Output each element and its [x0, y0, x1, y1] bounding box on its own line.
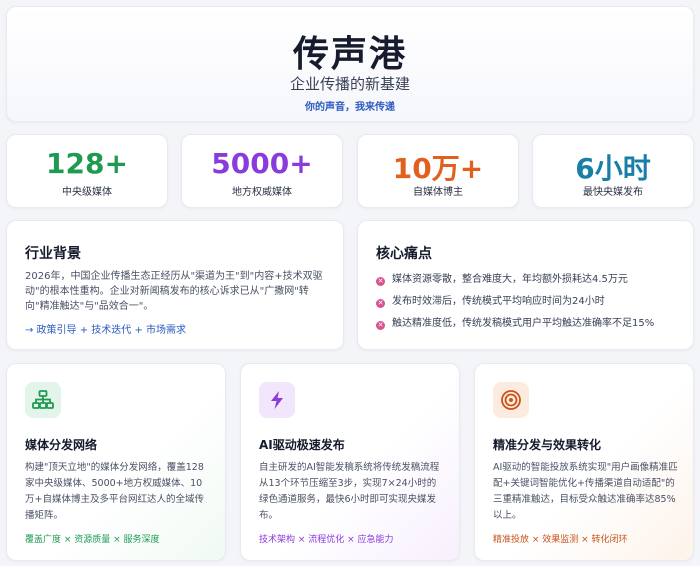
feature-title: 精准分发与效果转化: [493, 438, 602, 452]
pain-points-card: 核心痛点 ✕ 媒体资源零散，整合难度大，年均额外损耗达4.5万元 ✕ 发布时效滞后，…: [357, 220, 694, 350]
stat-label: 自媒体博主: [413, 187, 463, 198]
stat-card-central-media: 128+ 中央级媒体: [6, 134, 168, 208]
stat-card-self-media: 10万+ 自媒体博主: [357, 134, 519, 208]
hero-tagline: 你的声音，我来传递: [305, 102, 395, 113]
hero-subtitle: 企业传播的新基建: [289, 75, 410, 93]
hero-banner: 传声港 企业传播的新基建 你的声音，我来传递: [6, 6, 694, 122]
feature-tags: 技术架构 × 流程优化 × 应急能力: [259, 535, 394, 545]
close-icon: ✕: [376, 277, 385, 286]
stat-label: 中央级媒体: [62, 187, 112, 198]
lightning-icon: [259, 382, 295, 418]
pain-point-text: 发布时效滞后，传统模式平均响应时间为24小时: [392, 296, 605, 307]
feature-tags: 精准投放 × 效果监测 × 转化闭环: [493, 535, 628, 545]
feature-title: AI驱动极速发布: [259, 438, 345, 452]
industry-background-text: 2026年，中国企业传播生态正经历从"渠道为王"到"内容+技术双驱动"的根本性重…: [25, 271, 323, 312]
stat-value: 5000+: [211, 147, 313, 180]
industry-background-card: 行业背景 2026年，中国企业传播生态正经历从"渠道为王"到"内容+技术双驱动"…: [6, 220, 344, 350]
feature-text: AI驱动的智能投放系统实现"用户画像精准匹配+关键词智能优化+传播渠道自动适配"…: [493, 462, 678, 521]
pain-point-item: ✕ 发布时效滞后，传统模式平均响应时间为24小时: [376, 292, 605, 308]
stat-value: 6小时: [575, 152, 651, 185]
close-icon: ✕: [376, 299, 385, 308]
pain-point-item: ✕ 触达精准度低，传统发稿模式用户平均触达准确率不足15%: [376, 314, 654, 330]
pain-point-text: 媒体资源零散，整合难度大，年均额外损耗达4.5万元: [392, 274, 628, 285]
feature-card-precision-distribution: 精准分发与效果转化 AI驱动的智能投放系统实现"用户画像精准匹配+关键词智能优化…: [474, 363, 694, 561]
feature-card-ai-publish: AI驱动极速发布 自主研发的AI智能发稿系统将传统发稿流程从13个环节压缩至3步…: [240, 363, 460, 561]
hero-title: 传声港: [292, 34, 407, 75]
target-icon: [493, 382, 529, 418]
stat-value: 128+: [46, 147, 128, 180]
stat-value: 10万+: [392, 152, 484, 185]
feature-text: 自主研发的AI智能发稿系统将传统发稿流程从13个环节压缩至3步，实现7×24小时…: [259, 462, 440, 521]
feature-card-media-network: 媒体分发网络 构建"顶天立地"的媒体分发网络，覆盖128家中央级媒体、5000+…: [6, 363, 226, 561]
pain-point-item: ✕ 媒体资源零散，整合难度大，年均额外损耗达4.5万元: [376, 270, 628, 286]
stat-card-publish-speed: 6小时 最快央媒发布: [532, 134, 694, 208]
pain-point-text: 触达精准度低，传统发稿模式用户平均触达准确率不足15%: [392, 318, 655, 329]
close-icon: ✕: [376, 321, 385, 330]
feature-tags: 覆盖广度 × 资源质量 × 服务深度: [25, 535, 160, 545]
feature-text: 构建"顶天立地"的媒体分发网络，覆盖128家中央级媒体、5000+地方权威媒体、…: [25, 462, 204, 521]
pain-points-title: 核心痛点: [376, 246, 432, 262]
stat-label: 最快央媒发布: [583, 187, 643, 198]
stat-card-local-media: 5000+ 地方权威媒体: [181, 134, 343, 208]
feature-title: 媒体分发网络: [25, 438, 98, 452]
network-icon: [25, 382, 61, 418]
stat-label: 地方权威媒体: [232, 187, 292, 198]
industry-background-title: 行业背景: [25, 246, 81, 262]
drivers-link[interactable]: → 政策引导 + 技术迭代 + 市场需求: [25, 321, 186, 336]
